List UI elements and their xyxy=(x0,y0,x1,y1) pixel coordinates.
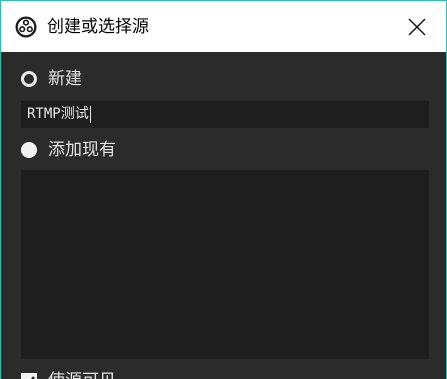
make-source-visible-checkbox[interactable] xyxy=(21,373,37,379)
make-source-visible-label: 使源可见 xyxy=(48,369,116,379)
close-icon xyxy=(408,18,426,35)
create-new-label: 新建 xyxy=(48,69,82,89)
text-caret xyxy=(89,106,91,123)
close-button[interactable] xyxy=(388,1,446,52)
create-new-option[interactable]: 新建 xyxy=(21,67,82,91)
source-name-input[interactable]: RTMP测试 xyxy=(21,101,429,128)
obs-logo-icon xyxy=(15,16,37,38)
add-existing-option[interactable]: 添加现有 xyxy=(21,138,116,162)
title-bar: 创建或选择源 xyxy=(1,1,446,52)
make-source-visible-option[interactable]: 使源可见 xyxy=(21,369,116,379)
create-select-source-dialog: 创建或选择源 新建 RTMP测试 添加现有 使源可见 xyxy=(0,0,447,379)
add-existing-label: 添加现有 xyxy=(48,140,116,160)
source-name-value: RTMP测试 xyxy=(27,106,89,122)
checkmark-icon xyxy=(30,376,35,379)
dialog-title: 创建或选择源 xyxy=(47,17,149,37)
add-existing-radio[interactable] xyxy=(21,142,37,158)
create-new-radio[interactable] xyxy=(21,71,37,87)
dialog-body: 新建 RTMP测试 添加现有 使源可见 xyxy=(1,52,446,379)
existing-sources-list[interactable] xyxy=(21,170,429,359)
